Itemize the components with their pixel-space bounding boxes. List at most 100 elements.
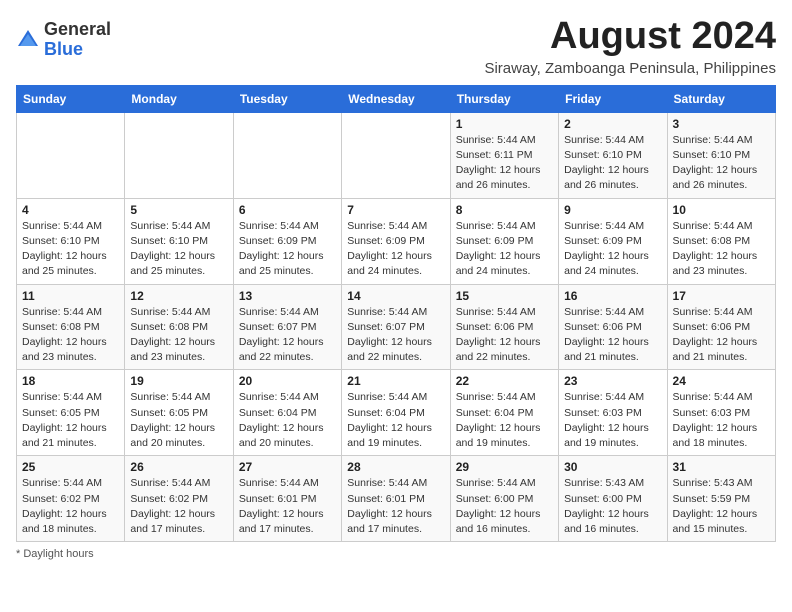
day-info: Sunrise: 5:44 AM Sunset: 6:04 PM Dayligh… [456, 390, 553, 451]
day-info: Sunrise: 5:44 AM Sunset: 6:10 PM Dayligh… [673, 133, 770, 194]
day-info: Sunrise: 5:43 AM Sunset: 5:59 PM Dayligh… [673, 476, 770, 537]
day-number: 3 [673, 117, 770, 131]
calendar-header-row: SundayMondayTuesdayWednesdayThursdayFrid… [17, 85, 776, 112]
page-subtitle: Siraway, Zamboanga Peninsula, Philippine… [484, 60, 776, 77]
day-info: Sunrise: 5:44 AM Sunset: 6:04 PM Dayligh… [347, 390, 444, 451]
day-number: 31 [673, 460, 770, 474]
title-area: August 2024 Siraway, Zamboanga Peninsula… [484, 16, 776, 77]
day-info: Sunrise: 5:44 AM Sunset: 6:05 PM Dayligh… [130, 390, 227, 451]
calendar-cell: 21 Sunrise: 5:44 AM Sunset: 6:04 PM Dayli… [342, 370, 450, 456]
day-number: 4 [22, 203, 119, 217]
calendar-cell: 26Sunrise: 5:44 AM Sunset: 6:02 PM Dayli… [125, 456, 233, 542]
logo: General Blue [16, 20, 111, 60]
day-info: Sunrise: 5:44 AM Sunset: 6:10 PM Dayligh… [130, 219, 227, 280]
calendar-week-row: 4 Sunrise: 5:44 AM Sunset: 6:10 PM Daylig… [17, 198, 776, 284]
calendar-cell: 28 Sunrise: 5:44 AM Sunset: 6:01 PM Dayli… [342, 456, 450, 542]
calendar-cell: 3 Sunrise: 5:44 AM Sunset: 6:10 PM Daylig… [667, 112, 775, 198]
day-number: 17 [673, 289, 770, 303]
calendar-cell: 12Sunrise: 5:44 AM Sunset: 6:08 PM Dayli… [125, 284, 233, 370]
day-info: Sunrise: 5:44 AM Sunset: 6:06 PM Dayligh… [564, 305, 661, 366]
day-number: 26 [130, 460, 227, 474]
day-info: Sunrise: 5:44 AM Sunset: 6:07 PM Dayligh… [347, 305, 444, 366]
calendar-cell: 15 Sunrise: 5:44 AM Sunset: 6:06 PM Dayli… [450, 284, 558, 370]
calendar-cell: 20Sunrise: 5:44 AM Sunset: 6:04 PM Dayli… [233, 370, 341, 456]
footnote: * Daylight hours [16, 548, 776, 560]
day-info: Sunrise: 5:44 AM Sunset: 6:01 PM Dayligh… [347, 476, 444, 537]
calendar-cell: 6 Sunrise: 5:44 AM Sunset: 6:09 PM Daylig… [233, 198, 341, 284]
day-number: 1 [456, 117, 553, 131]
calendar-cell: 19 Sunrise: 5:44 AM Sunset: 6:05 PM Dayli… [125, 370, 233, 456]
day-info: Sunrise: 5:44 AM Sunset: 6:09 PM Dayligh… [347, 219, 444, 280]
calendar-cell [125, 112, 233, 198]
day-info: Sunrise: 5:44 AM Sunset: 6:10 PM Dayligh… [22, 219, 119, 280]
calendar-cell: 25 Sunrise: 5:44 AM Sunset: 6:02 PM Dayli… [17, 456, 125, 542]
calendar-cell: 1 Sunrise: 5:44 AM Sunset: 6:11 PM Daylig… [450, 112, 558, 198]
day-number: 19 [130, 374, 227, 388]
calendar-cell: 29Sunrise: 5:44 AM Sunset: 6:00 PM Dayli… [450, 456, 558, 542]
day-info: Sunrise: 5:44 AM Sunset: 6:03 PM Dayligh… [564, 390, 661, 451]
day-info: Sunrise: 5:44 AM Sunset: 6:06 PM Dayligh… [456, 305, 553, 366]
calendar-cell [233, 112, 341, 198]
day-number: 28 [347, 460, 444, 474]
calendar-cell: 23 Sunrise: 5:44 AM Sunset: 6:03 PM Dayli… [559, 370, 667, 456]
calendar-cell [342, 112, 450, 198]
calendar-cell: 18 Sunrise: 5:44 AM Sunset: 6:05 PM Dayli… [17, 370, 125, 456]
day-number: 5 [130, 203, 227, 217]
day-info: Sunrise: 5:44 AM Sunset: 6:05 PM Dayligh… [22, 390, 119, 451]
day-info: Sunrise: 5:44 AM Sunset: 6:06 PM Dayligh… [673, 305, 770, 366]
calendar-cell: 11 Sunrise: 5:44 AM Sunset: 6:08 PM Dayli… [17, 284, 125, 370]
calendar-cell: 31 Sunrise: 5:43 AM Sunset: 5:59 PM Dayli… [667, 456, 775, 542]
calendar-cell: 17 Sunrise: 5:44 AM Sunset: 6:06 PM Dayli… [667, 284, 775, 370]
calendar-day-header: Monday [125, 85, 233, 112]
calendar-cell: 4 Sunrise: 5:44 AM Sunset: 6:10 PM Daylig… [17, 198, 125, 284]
calendar-week-row: 11 Sunrise: 5:44 AM Sunset: 6:08 PM Dayli… [17, 284, 776, 370]
day-number: 13 [239, 289, 336, 303]
day-number: 7 [347, 203, 444, 217]
day-info: Sunrise: 5:44 AM Sunset: 6:10 PM Dayligh… [564, 133, 661, 194]
calendar-cell: 10Sunrise: 5:44 AM Sunset: 6:08 PM Dayli… [667, 198, 775, 284]
calendar-week-row: 18 Sunrise: 5:44 AM Sunset: 6:05 PM Dayli… [17, 370, 776, 456]
day-info: Sunrise: 5:44 AM Sunset: 6:04 PM Dayligh… [239, 390, 336, 451]
calendar-cell: 9Sunrise: 5:44 AM Sunset: 6:09 PM Daylig… [559, 198, 667, 284]
logo-general: General [44, 20, 111, 40]
day-info: Sunrise: 5:44 AM Sunset: 6:07 PM Dayligh… [239, 305, 336, 366]
day-number: 15 [456, 289, 553, 303]
logo-blue: Blue [44, 40, 111, 60]
calendar-cell: 22 Sunrise: 5:44 AM Sunset: 6:04 PM Dayli… [450, 370, 558, 456]
day-number: 22 [456, 374, 553, 388]
day-number: 18 [22, 374, 119, 388]
day-number: 29 [456, 460, 553, 474]
calendar-week-row: 25 Sunrise: 5:44 AM Sunset: 6:02 PM Dayli… [17, 456, 776, 542]
day-info: Sunrise: 5:44 AM Sunset: 6:11 PM Dayligh… [456, 133, 553, 194]
day-number: 8 [456, 203, 553, 217]
day-number: 6 [239, 203, 336, 217]
page-header: General Blue August 2024 Siraway, Zamboa… [16, 16, 776, 77]
day-info: Sunrise: 5:44 AM Sunset: 6:09 PM Dayligh… [456, 219, 553, 280]
day-number: 24 [673, 374, 770, 388]
calendar-day-header: Tuesday [233, 85, 341, 112]
day-info: Sunrise: 5:44 AM Sunset: 6:08 PM Dayligh… [673, 219, 770, 280]
logo-icon [16, 28, 40, 52]
day-number: 21 [347, 374, 444, 388]
day-number: 11 [22, 289, 119, 303]
day-info: Sunrise: 5:44 AM Sunset: 6:08 PM Dayligh… [130, 305, 227, 366]
calendar-cell: 8 Sunrise: 5:44 AM Sunset: 6:09 PM Daylig… [450, 198, 558, 284]
page-title: August 2024 [484, 16, 776, 58]
day-number: 23 [564, 374, 661, 388]
calendar-cell: 7 Sunrise: 5:44 AM Sunset: 6:09 PM Daylig… [342, 198, 450, 284]
day-number: 9 [564, 203, 661, 217]
calendar-day-header: Sunday [17, 85, 125, 112]
day-number: 2 [564, 117, 661, 131]
day-info: Sunrise: 5:44 AM Sunset: 6:09 PM Dayligh… [239, 219, 336, 280]
day-number: 25 [22, 460, 119, 474]
footnote-text: Daylight hours [23, 548, 93, 560]
calendar-cell: 16Sunrise: 5:44 AM Sunset: 6:06 PM Dayli… [559, 284, 667, 370]
day-info: Sunrise: 5:44 AM Sunset: 6:02 PM Dayligh… [22, 476, 119, 537]
day-number: 27 [239, 460, 336, 474]
calendar-day-header: Wednesday [342, 85, 450, 112]
day-info: Sunrise: 5:43 AM Sunset: 6:00 PM Dayligh… [564, 476, 661, 537]
calendar-week-row: 1 Sunrise: 5:44 AM Sunset: 6:11 PM Daylig… [17, 112, 776, 198]
calendar-cell: 14 Sunrise: 5:44 AM Sunset: 6:07 PM Dayli… [342, 284, 450, 370]
day-number: 14 [347, 289, 444, 303]
day-info: Sunrise: 5:44 AM Sunset: 6:08 PM Dayligh… [22, 305, 119, 366]
